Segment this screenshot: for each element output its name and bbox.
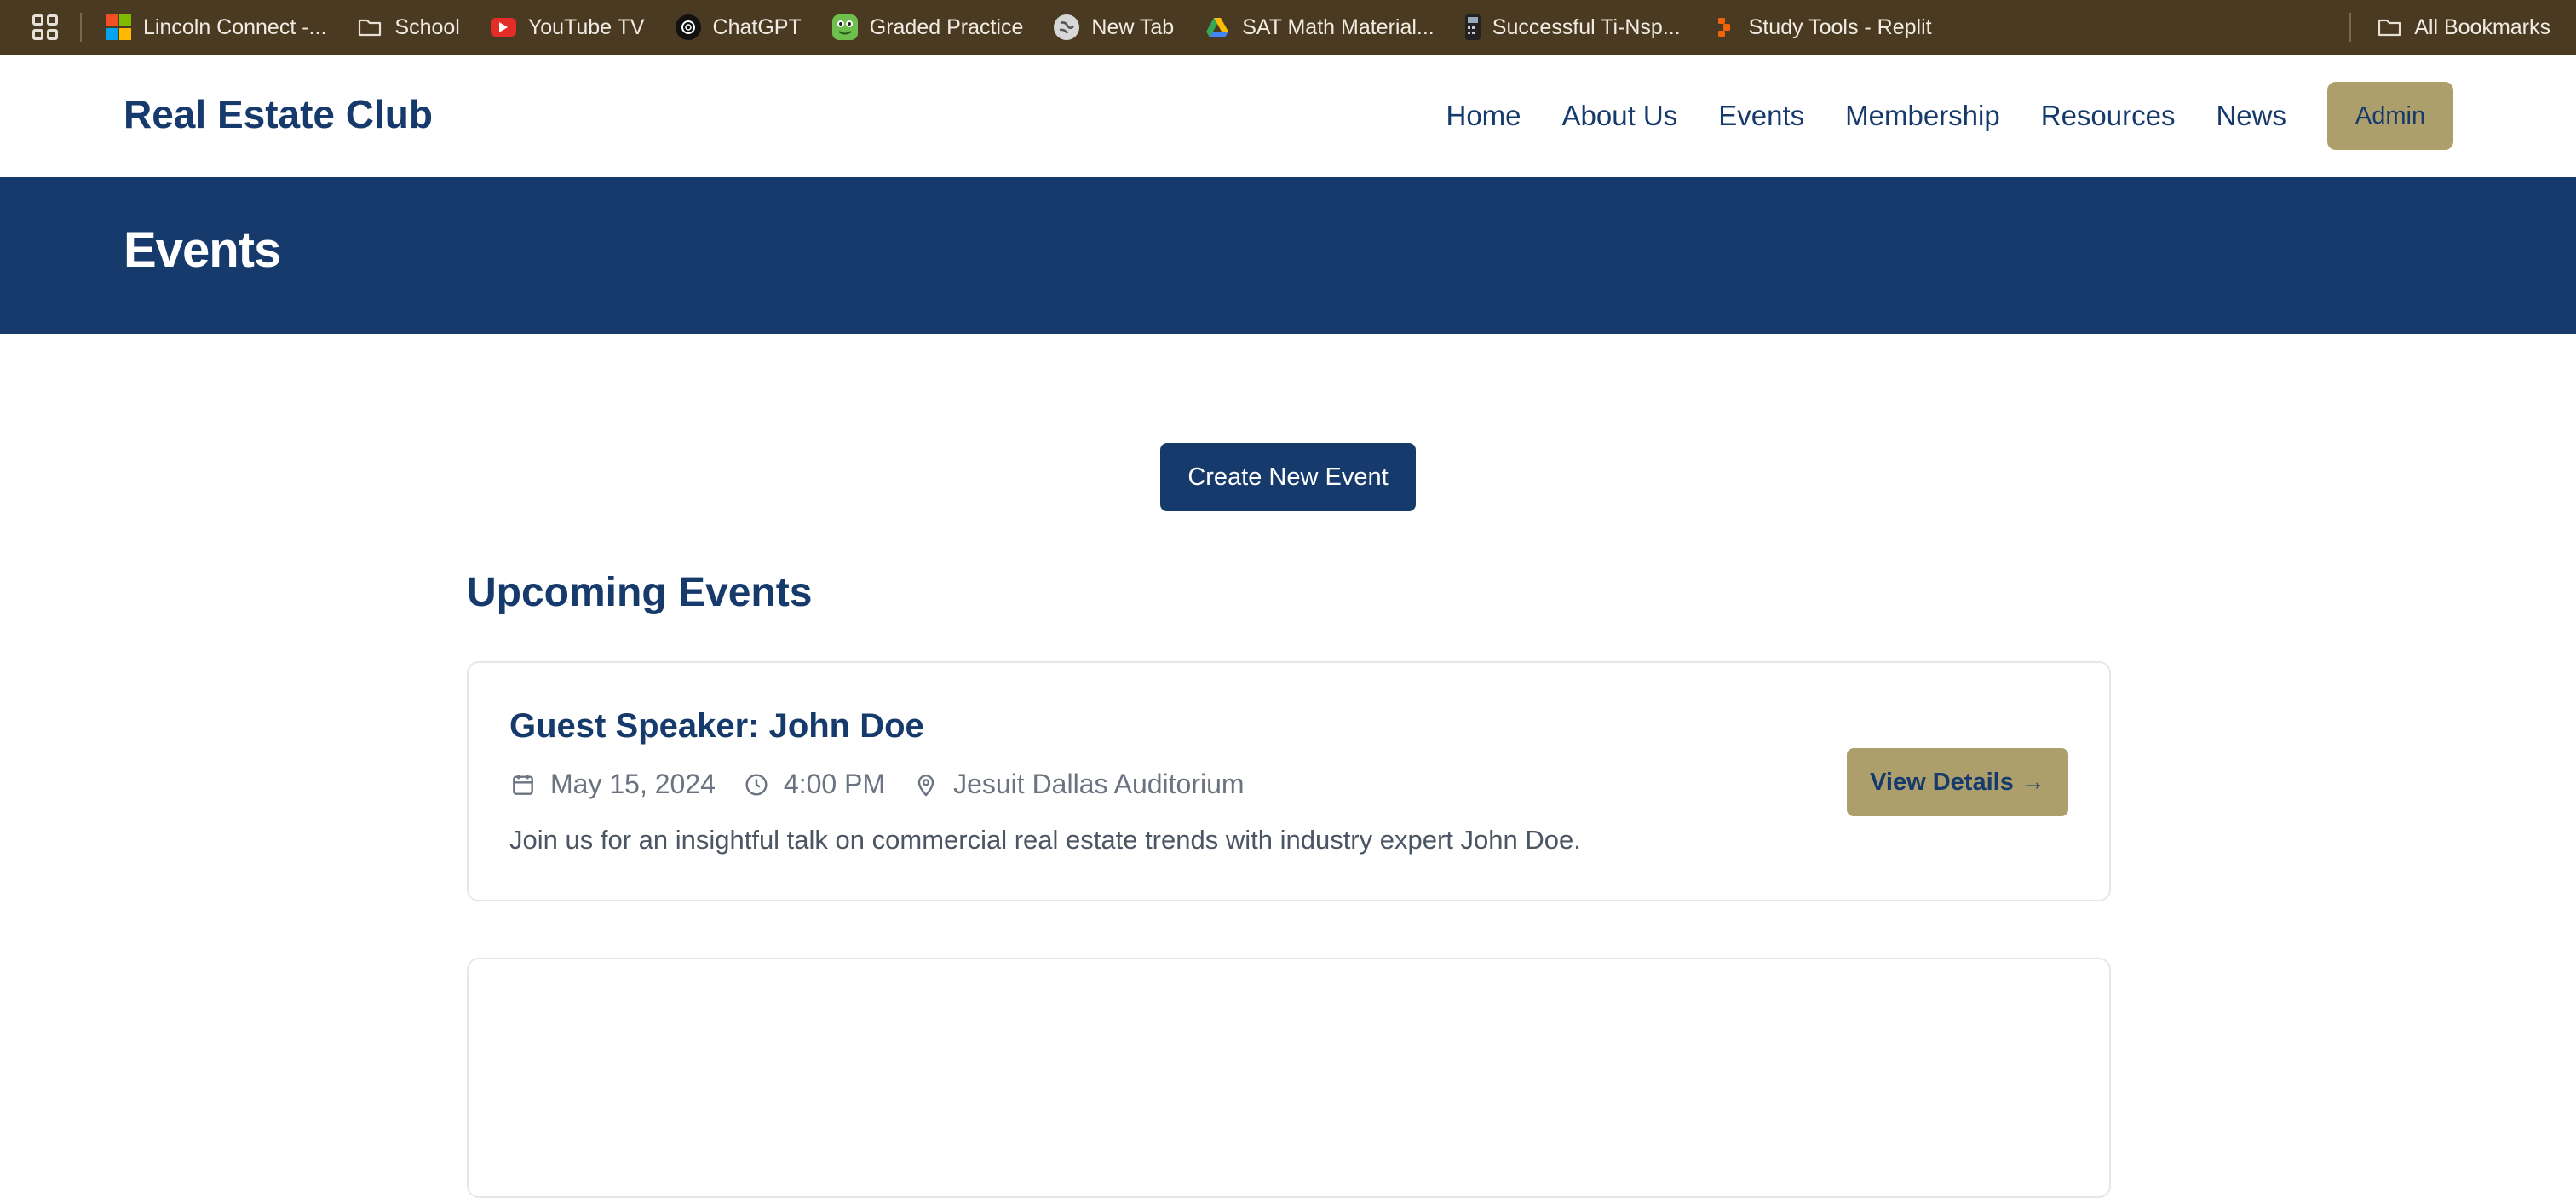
event-time: 4:00 PM bbox=[743, 769, 885, 800]
admin-button[interactable]: Admin bbox=[2327, 82, 2453, 150]
view-details-button[interactable]: View Details → bbox=[1847, 748, 2068, 816]
bookmark-lincoln-connect[interactable]: Lincoln Connect -... bbox=[106, 14, 326, 40]
page-hero: Events bbox=[0, 177, 2576, 334]
all-bookmarks-label: All Bookmarks bbox=[2414, 14, 2550, 39]
bookmarks-divider bbox=[2349, 13, 2352, 42]
folder-icon bbox=[2377, 14, 2402, 40]
main-nav: Home About Us Events Membership Resource… bbox=[1405, 82, 2453, 150]
bookmark-sat-math[interactable]: SAT Math Material... bbox=[1205, 14, 1435, 40]
page-title: Events bbox=[124, 222, 281, 278]
event-date-text: May 15, 2024 bbox=[550, 769, 716, 799]
bookmark-new-tab[interactable]: New Tab bbox=[1054, 14, 1174, 40]
map-pin-icon bbox=[917, 774, 934, 797]
nav-resources[interactable]: Resources bbox=[2041, 100, 2176, 132]
nav-membership[interactable]: Membership bbox=[1845, 100, 2000, 132]
event-description: Join us for an insightful talk on commer… bbox=[509, 825, 1581, 855]
bookmark-label: YouTube TV bbox=[527, 14, 645, 39]
bookmark-youtube-tv[interactable]: YouTube TV bbox=[490, 14, 645, 40]
site-header: Real Estate Club Home About Us Events Me… bbox=[0, 55, 2576, 177]
bookmark-school[interactable]: School bbox=[357, 14, 460, 40]
all-bookmarks[interactable]: All Bookmarks bbox=[2377, 14, 2550, 40]
microsoft-icon bbox=[106, 14, 131, 40]
nav-about-us[interactable]: About Us bbox=[1562, 100, 1678, 132]
bookmark-label: School bbox=[394, 14, 460, 39]
bookmark-graded-practice[interactable]: Graded Practice bbox=[831, 14, 1024, 40]
calendar-icon bbox=[513, 774, 533, 795]
google-drive-icon bbox=[1205, 14, 1230, 40]
youtube-icon bbox=[490, 18, 516, 37]
event-location: Jesuit Dallas Auditorium bbox=[912, 769, 1245, 800]
event-card: Guest Speaker: John Doe May 15, 2024 4:0… bbox=[467, 661, 2111, 901]
clock-icon bbox=[745, 773, 768, 796]
bookmark-ti-nspire[interactable]: Successful Ti-Nsp... bbox=[1464, 14, 1681, 40]
frog-icon bbox=[831, 14, 858, 40]
bookmark-label: New Tab bbox=[1091, 14, 1175, 39]
nav-news[interactable]: News bbox=[2216, 100, 2286, 132]
bookmark-label: Study Tools - Replit bbox=[1748, 14, 1932, 39]
event-date: May 15, 2024 bbox=[509, 769, 716, 800]
bookmarks-bar: Lincoln Connect -... School YouTube TV C… bbox=[0, 0, 2576, 55]
event-location-text: Jesuit Dallas Auditorium bbox=[953, 769, 1245, 799]
bookmark-chatgpt[interactable]: ChatGPT bbox=[675, 14, 802, 40]
replit-icon bbox=[1711, 14, 1737, 40]
create-event-button[interactable]: Create New Event bbox=[1160, 443, 1416, 511]
event-title: Guest Speaker: John Doe bbox=[509, 707, 924, 745]
event-card bbox=[467, 958, 2111, 1198]
bookmark-label: SAT Math Material... bbox=[1242, 14, 1435, 39]
site-logo[interactable]: Real Estate Club bbox=[124, 91, 433, 137]
bookmark-replit[interactable]: Study Tools - Replit bbox=[1711, 14, 1932, 40]
folder-icon bbox=[357, 14, 382, 40]
chatgpt-icon bbox=[675, 14, 701, 40]
calculator-icon bbox=[1464, 14, 1481, 40]
nav-home[interactable]: Home bbox=[1446, 100, 1521, 132]
apps-grid-icon[interactable] bbox=[32, 14, 58, 40]
nav-events[interactable]: Events bbox=[1718, 100, 1804, 132]
section-title: Upcoming Events bbox=[467, 570, 813, 615]
globe-icon bbox=[1054, 14, 1080, 40]
event-time-text: 4:00 PM bbox=[783, 769, 886, 799]
bookmark-label: Graded Practice bbox=[869, 14, 1024, 39]
bookmark-label: Lincoln Connect -... bbox=[143, 14, 327, 39]
bookmark-label: ChatGPT bbox=[712, 14, 802, 39]
event-meta: May 15, 2024 4:00 PM Jesuit Dallas Audit… bbox=[509, 769, 1272, 800]
bookmarks-divider bbox=[80, 13, 82, 42]
bookmark-label: Successful Ti-Nsp... bbox=[1492, 14, 1681, 39]
